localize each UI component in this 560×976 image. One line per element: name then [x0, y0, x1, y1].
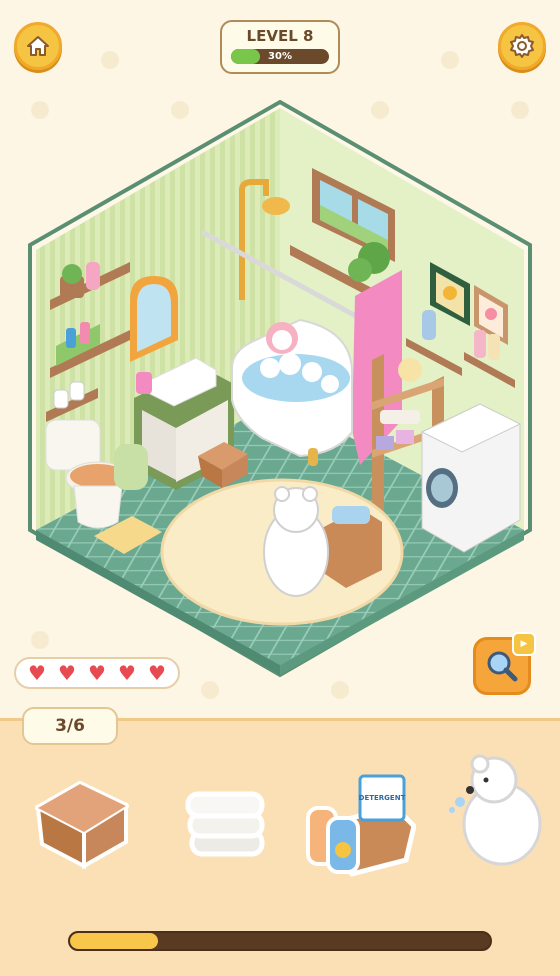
detergent-label: DETERGENT — [359, 794, 406, 802]
level-progress-text: 30% — [268, 51, 292, 62]
target-item-towels[interactable] — [172, 770, 290, 880]
hint-button[interactable]: ▶ — [473, 632, 536, 695]
home-button[interactable] — [14, 22, 62, 70]
home-icon — [27, 36, 49, 56]
heart-icon: ♥ — [88, 661, 106, 685]
heart-icon: ♥ — [58, 661, 76, 685]
level-label: LEVEL 8 — [246, 27, 314, 45]
round-progress-fill — [70, 933, 159, 949]
polar-bear-icon — [449, 754, 542, 866]
play-icon: ▶ — [512, 632, 536, 656]
level-progress-bar: 30% — [231, 49, 329, 64]
lives-bar: ♥ ♥ ♥ ♥ ♥ — [14, 657, 180, 689]
stool-icon — [35, 781, 129, 870]
level-indicator: LEVEL 8 30% — [220, 20, 340, 74]
detergent-icon: DETERGENT — [306, 774, 417, 877]
gear-icon — [510, 34, 534, 58]
target-item-detergent[interactable]: DETERGENT — [298, 770, 417, 880]
found-counter: 3/6 — [22, 707, 118, 745]
target-item-stool[interactable] — [24, 770, 142, 880]
heart-icon: ♥ — [118, 661, 136, 685]
heart-icon: ♥ — [28, 661, 46, 685]
heart-icon: ♥ — [147, 661, 166, 685]
round-progress-bar — [68, 931, 492, 951]
target-item-bear[interactable] — [440, 752, 558, 866]
settings-button[interactable] — [498, 22, 546, 70]
towels-icon — [185, 791, 265, 857]
